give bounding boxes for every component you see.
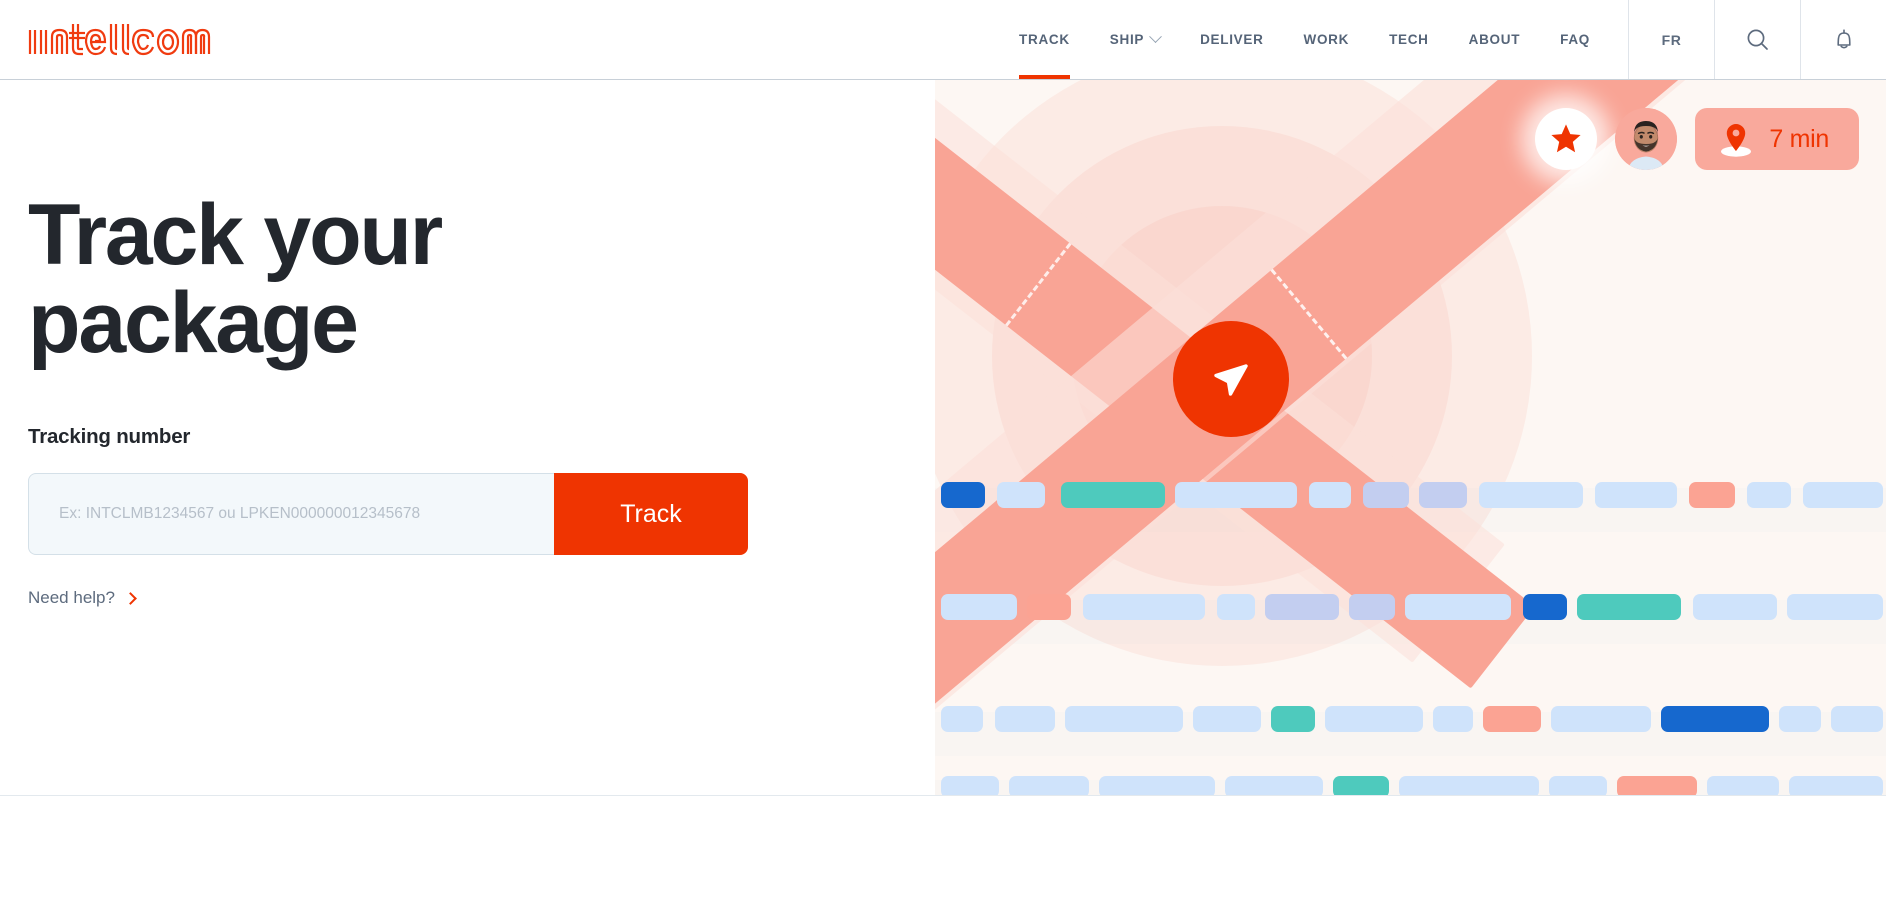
hero-section: Track your package Tracking number Track… (0, 80, 1886, 796)
map-block (1099, 776, 1215, 795)
headline-line-2: package (28, 274, 359, 371)
map-block (1065, 706, 1183, 732)
map-block (1009, 776, 1089, 795)
map-block (1831, 706, 1883, 732)
rating-badge[interactable] (1535, 108, 1598, 170)
map-block (1433, 706, 1473, 732)
nav-item-deliver[interactable]: DELIVER (1180, 0, 1283, 79)
driver-avatar-image (1615, 108, 1678, 170)
tracking-number-label: Tracking number (28, 425, 191, 449)
map-block (1419, 482, 1467, 508)
map-block (1661, 706, 1769, 732)
active-tab-underline (1019, 75, 1070, 79)
hero-content: Track your package Tracking number Track… (0, 80, 935, 795)
star-icon (1551, 124, 1581, 153)
map-block (1595, 482, 1677, 508)
nav-label: WORK (1303, 32, 1350, 47)
map-block (1399, 776, 1539, 795)
bell-icon (1836, 28, 1851, 48)
search-icon (1747, 29, 1768, 50)
map-block (1577, 594, 1681, 620)
tracking-form: Track (28, 473, 748, 556)
map-illustration[interactable] (935, 80, 1886, 795)
map-block (1271, 706, 1315, 732)
nav-item-tech[interactable]: TECH (1369, 0, 1449, 79)
intelcom-logo-mark (28, 23, 211, 55)
map-pin-icon (1721, 124, 1752, 157)
map-block (941, 594, 1017, 620)
chevron-down-icon (1149, 30, 1162, 44)
nav-label: DELIVER (1200, 32, 1264, 47)
tracking-number-input[interactable] (28, 473, 554, 556)
road-dashes (1004, 242, 1072, 327)
nav-item-track[interactable]: TRACK (999, 0, 1090, 79)
nav-label: TRACK (1019, 32, 1070, 47)
headline-line-1: Track your (28, 187, 443, 283)
need-help-label: Need help? (28, 588, 115, 608)
map-block (1549, 776, 1607, 795)
map-block (1787, 594, 1883, 620)
map-block (941, 482, 985, 508)
language-switcher[interactable]: FR (1628, 0, 1714, 79)
page-title: Track your package (28, 191, 588, 367)
header-spacer (230, 0, 999, 79)
nav-label: ABOUT (1468, 32, 1521, 47)
search-button[interactable] (1714, 0, 1800, 79)
map-block (1747, 482, 1791, 508)
map-block (941, 776, 999, 795)
nav-label: SHIP (1109, 32, 1145, 47)
map-block (1789, 776, 1883, 795)
map-block (1325, 706, 1423, 732)
language-label: FR (1661, 31, 1682, 48)
map-block (1309, 482, 1351, 508)
nav-item-ship[interactable]: SHIP (1090, 0, 1180, 79)
navigation-arrow-icon (1214, 364, 1248, 396)
map-block (1803, 482, 1883, 508)
nav-label: TECH (1389, 32, 1429, 47)
nav-item-about[interactable]: ABOUT (1449, 0, 1541, 79)
map-block (1027, 594, 1071, 620)
need-help-link[interactable]: Need help? (28, 588, 137, 608)
map-block (1217, 594, 1255, 620)
track-submit-button[interactable]: Track (554, 473, 748, 556)
map-block (1193, 706, 1261, 732)
courier-marker[interactable] (1173, 321, 1289, 437)
map-block (1523, 594, 1567, 620)
map-block (1061, 482, 1165, 508)
map-block (1225, 776, 1323, 795)
header-utility-group: FR (1628, 0, 1886, 79)
chevron-right-icon (124, 592, 137, 605)
map-block (1779, 706, 1821, 732)
primary-nav: TRACK SHIP DELIVER WORK TECH ABOUT FAQ (999, 0, 1628, 79)
map-block (1483, 706, 1541, 732)
site-header: TRACK SHIP DELIVER WORK TECH ABOUT FAQ F… (0, 0, 1886, 80)
map-block (995, 706, 1055, 732)
map-block (1175, 482, 1297, 508)
driver-avatar[interactable] (1615, 108, 1678, 170)
notifications-button[interactable] (1800, 0, 1886, 79)
map-block (1083, 594, 1205, 620)
map-block (1363, 482, 1409, 508)
intelcom-logo[interactable] (0, 0, 230, 79)
map-block (1333, 776, 1389, 795)
map-block (1617, 776, 1697, 795)
map-block (1693, 594, 1777, 620)
nav-label: FAQ (1560, 32, 1590, 47)
map-block (1265, 594, 1339, 620)
map-block (1405, 594, 1511, 620)
map-block (1479, 482, 1583, 508)
page-body-below-hero (0, 796, 1886, 909)
nav-item-work[interactable]: WORK (1284, 0, 1370, 79)
map-block (941, 706, 983, 732)
nav-item-faq[interactable]: FAQ (1540, 0, 1610, 79)
map-block (1349, 594, 1395, 620)
road-dashes (1270, 269, 1347, 360)
eta-badge[interactable]: 7 min (1695, 108, 1859, 170)
map-block (1689, 482, 1735, 508)
map-block (997, 482, 1045, 508)
map-block (1707, 776, 1779, 795)
map-overlay-chips: 7 min (1535, 108, 1859, 170)
map-block (1551, 706, 1651, 732)
eta-label: 7 min (1769, 124, 1829, 153)
